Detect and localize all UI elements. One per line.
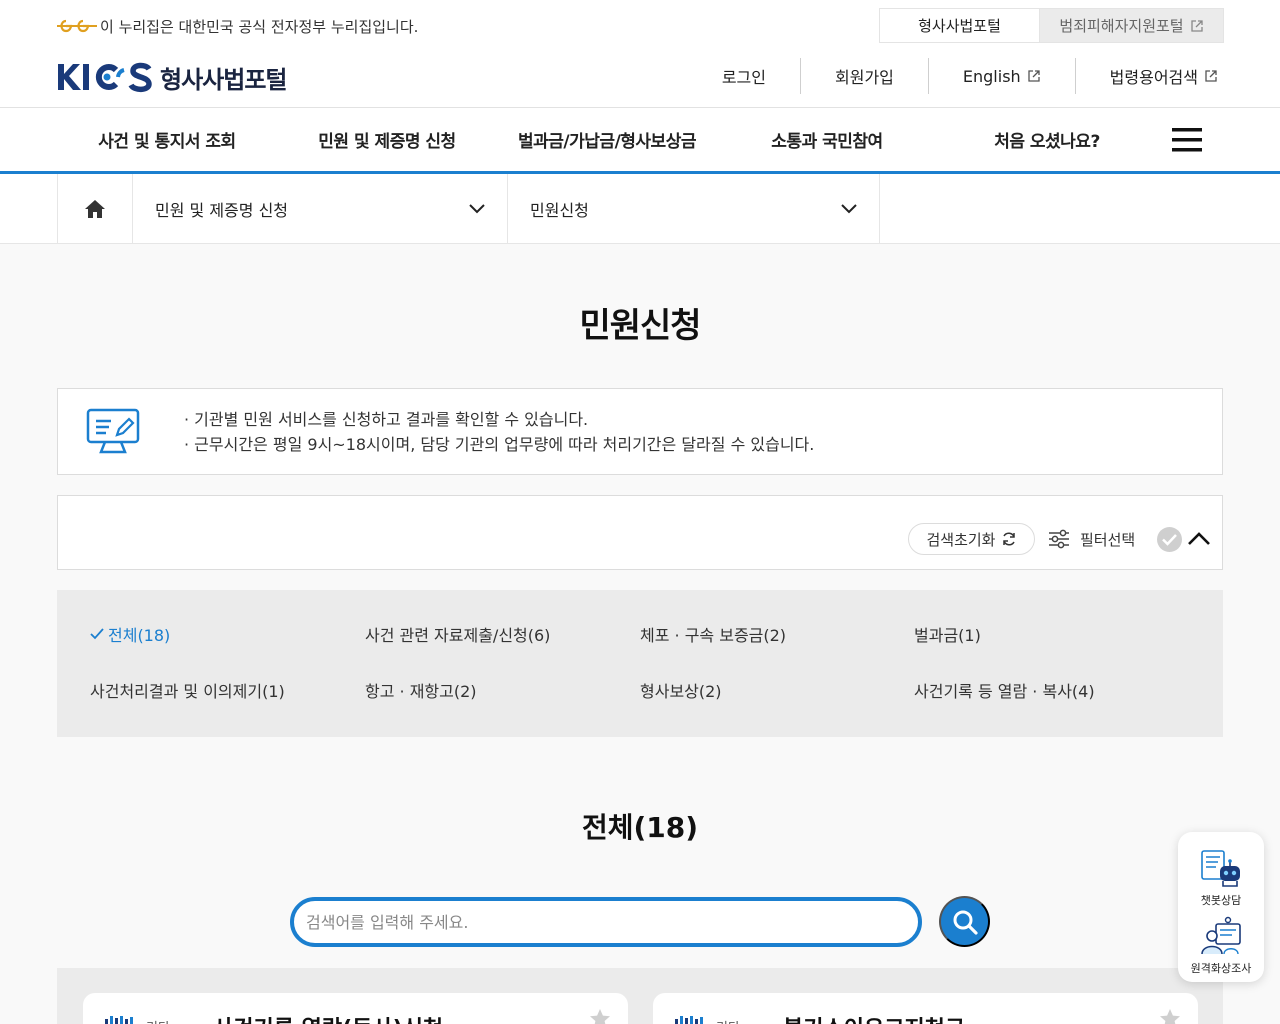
- gnb-case-inquiry[interactable]: 사건 및 통지서 조회: [57, 108, 277, 171]
- filter-select-label: 필터선택: [1080, 530, 1136, 549]
- category-case-result-objection[interactable]: 사건처리결과 및 이의제기(1): [90, 678, 285, 702]
- gov-notice-text: 이 누리집은 대한민국 공식 전자정부 누리집입니다.: [100, 17, 419, 36]
- service-card[interactable]: 기타 불기소이유고지청구: [653, 993, 1198, 1024]
- utility-links: 로그인 회원가입 English 법령용어검색: [688, 58, 1224, 94]
- login-label: 로그인: [721, 68, 766, 87]
- chevron-down-icon: [469, 203, 485, 213]
- site-tab-kics[interactable]: 형사사법포털: [879, 8, 1040, 43]
- category-label: 사건기록 등 열람 · 복사(4): [914, 682, 1095, 701]
- category-label: 체포 · 구속 보증금(2): [640, 626, 787, 645]
- category-label: 사건처리결과 및 이의제기(1): [90, 682, 285, 701]
- page-title: 민원신청: [579, 306, 701, 346]
- category-fine[interactable]: 벌과금(1): [914, 622, 981, 646]
- search-reset-label: 검색초기화: [926, 531, 996, 549]
- site-tab-victim-label: 범죄피해자지원포털: [1059, 17, 1184, 35]
- category-record-inspection[interactable]: 사건기록 등 열람 · 복사(4): [914, 678, 1095, 702]
- video-conference-icon: [1201, 916, 1241, 955]
- gnb-first-visit[interactable]: 처음 오셨나요?: [937, 108, 1157, 171]
- location-depth2-select[interactable]: 민원신청: [508, 174, 880, 243]
- gnb-fines[interactable]: 벌과금/가납금/형사보상금: [497, 108, 717, 171]
- english-link[interactable]: English: [927, 58, 1075, 94]
- filter-settings-icon: [1049, 529, 1069, 549]
- category-label: 항고 · 재항고(2): [365, 682, 477, 701]
- card-title: 사건기록 열람(등사)신청: [213, 1011, 443, 1024]
- remote-video-investigation-button[interactable]: 원격화상조사: [1178, 916, 1264, 976]
- hamburger-icon[interactable]: [1170, 126, 1204, 154]
- location-bar: 민원 및 제증명 신청 민원신청: [0, 174, 1280, 244]
- kics-logo-icon: [58, 62, 152, 93]
- external-link-icon: [1028, 70, 1040, 82]
- quick-menu: 챗봇상담 원격화상조사: [1178, 832, 1264, 982]
- category-all[interactable]: 전체(18): [90, 622, 170, 646]
- check-circle-icon[interactable]: [1156, 526, 1183, 553]
- star-icon[interactable]: [1158, 1007, 1182, 1024]
- site-tab-kics-label: 형사사법포털: [918, 17, 1001, 35]
- section-count: (18): [633, 811, 699, 844]
- category-bars-icon: [675, 1016, 703, 1024]
- government-emblem-icon: [57, 19, 97, 33]
- gov-notice[interactable]: 이 누리집은 대한민국 공식 전자정부 누리집입니다.: [56, 14, 418, 38]
- refresh-icon: [1002, 532, 1015, 546]
- category-case-submission[interactable]: 사건 관련 자료제출/신청(6): [365, 622, 550, 646]
- location-depth1-select[interactable]: 민원 및 제증명 신청: [133, 174, 508, 243]
- chatbot-icon: [1201, 850, 1240, 887]
- gnb-participation[interactable]: 소통과 국민참여: [717, 108, 937, 171]
- category-panel: 전체(18) 사건 관련 자료제출/신청(6) 체포 · 구속 보증금(2) 벌…: [57, 590, 1223, 737]
- info-box: · 기관별 민원 서비스를 신청하고 결과를 확인할 수 있습니다. · 근무시…: [57, 388, 1223, 475]
- category-arrest-bail[interactable]: 체포 · 구속 보증금(2): [640, 622, 786, 646]
- external-link-icon: [1205, 70, 1217, 82]
- star-icon[interactable]: [588, 1007, 612, 1024]
- signup-link[interactable]: 회원가입: [800, 58, 928, 94]
- section-title: 전체(18): [0, 806, 1280, 846]
- search-button[interactable]: [939, 896, 990, 947]
- category-label: 사건 관련 자료제출/신청(6): [365, 626, 551, 645]
- category-label: 형사보상(2): [640, 682, 722, 701]
- check-icon: [90, 628, 104, 640]
- legal-term-search-link[interactable]: 법령용어검색: [1074, 58, 1224, 94]
- service-card[interactable]: 기타 사건기록 열람(등사)신청: [83, 993, 628, 1024]
- top-header: 이 누리집은 대한민국 공식 전자정부 누리집입니다. 형사사법포털 범죄피해자…: [0, 0, 1280, 108]
- location-depth1-label: 민원 및 제증명 신청: [155, 200, 289, 220]
- category-label: 전체(18): [108, 626, 171, 645]
- legal-term-search-label: 법령용어검색: [1109, 68, 1198, 87]
- site-tab-victim-support[interactable]: 범죄피해자지원포털: [1040, 8, 1224, 43]
- home-icon: [85, 199, 105, 218]
- monitor-document-icon: [86, 408, 140, 454]
- global-navigation: 사건 및 통지서 조회 민원 및 제증명 신청 벌과금/가납금/형사보상금 소통…: [0, 108, 1280, 174]
- gnb-civil-petition[interactable]: 민원 및 제증명 신청: [277, 108, 497, 171]
- logo-text: 형사사법포털: [160, 65, 287, 94]
- english-label: English: [962, 66, 1021, 86]
- chevron-down-icon: [841, 203, 857, 213]
- category-label: 벌과금(1): [914, 626, 981, 645]
- chatbot-consult-label: 챗봇상담: [1200, 894, 1242, 907]
- chevron-up-icon[interactable]: [1186, 528, 1212, 550]
- category-bars-icon: [105, 1016, 133, 1024]
- card-tag: 기타: [716, 1017, 740, 1024]
- signup-label: 회원가입: [835, 68, 894, 87]
- filter-select-button[interactable]: 필터선택: [1048, 523, 1135, 555]
- info-line: · 기관별 민원 서비스를 신청하고 결과를 확인할 수 있습니다.: [184, 410, 589, 429]
- search-reset-button[interactable]: 검색초기화: [908, 523, 1035, 555]
- search-input[interactable]: [290, 897, 922, 947]
- filter-bar: 검색초기화 필터선택: [57, 495, 1223, 570]
- chatbot-consult-button[interactable]: 챗봇상담: [1178, 848, 1264, 908]
- site-logo[interactable]: 형사사법포털: [56, 58, 287, 96]
- card-tag: 기타: [146, 1017, 170, 1024]
- home-button[interactable]: [57, 174, 133, 243]
- site-tabs: 형사사법포털 범죄피해자지원포털: [879, 8, 1224, 43]
- location-depth2-label: 민원신청: [530, 200, 589, 220]
- category-criminal-compensation[interactable]: 형사보상(2): [640, 678, 722, 702]
- card-title: 불기소이유고지청구: [783, 1011, 965, 1024]
- info-text: · 기관별 민원 서비스를 신청하고 결과를 확인할 수 있습니다. · 근무시…: [184, 407, 814, 457]
- external-link-icon: [1190, 19, 1203, 32]
- info-line: · 근무시간은 평일 9시~18시이며, 담당 기관의 업무량에 따라 처리기간…: [184, 435, 815, 454]
- search-icon: [953, 910, 978, 935]
- login-link[interactable]: 로그인: [688, 58, 800, 94]
- remote-video-investigation-label: 원격화상조사: [1190, 962, 1252, 975]
- category-appeal[interactable]: 항고 · 재항고(2): [365, 678, 477, 702]
- section-title-label: 전체: [581, 811, 634, 844]
